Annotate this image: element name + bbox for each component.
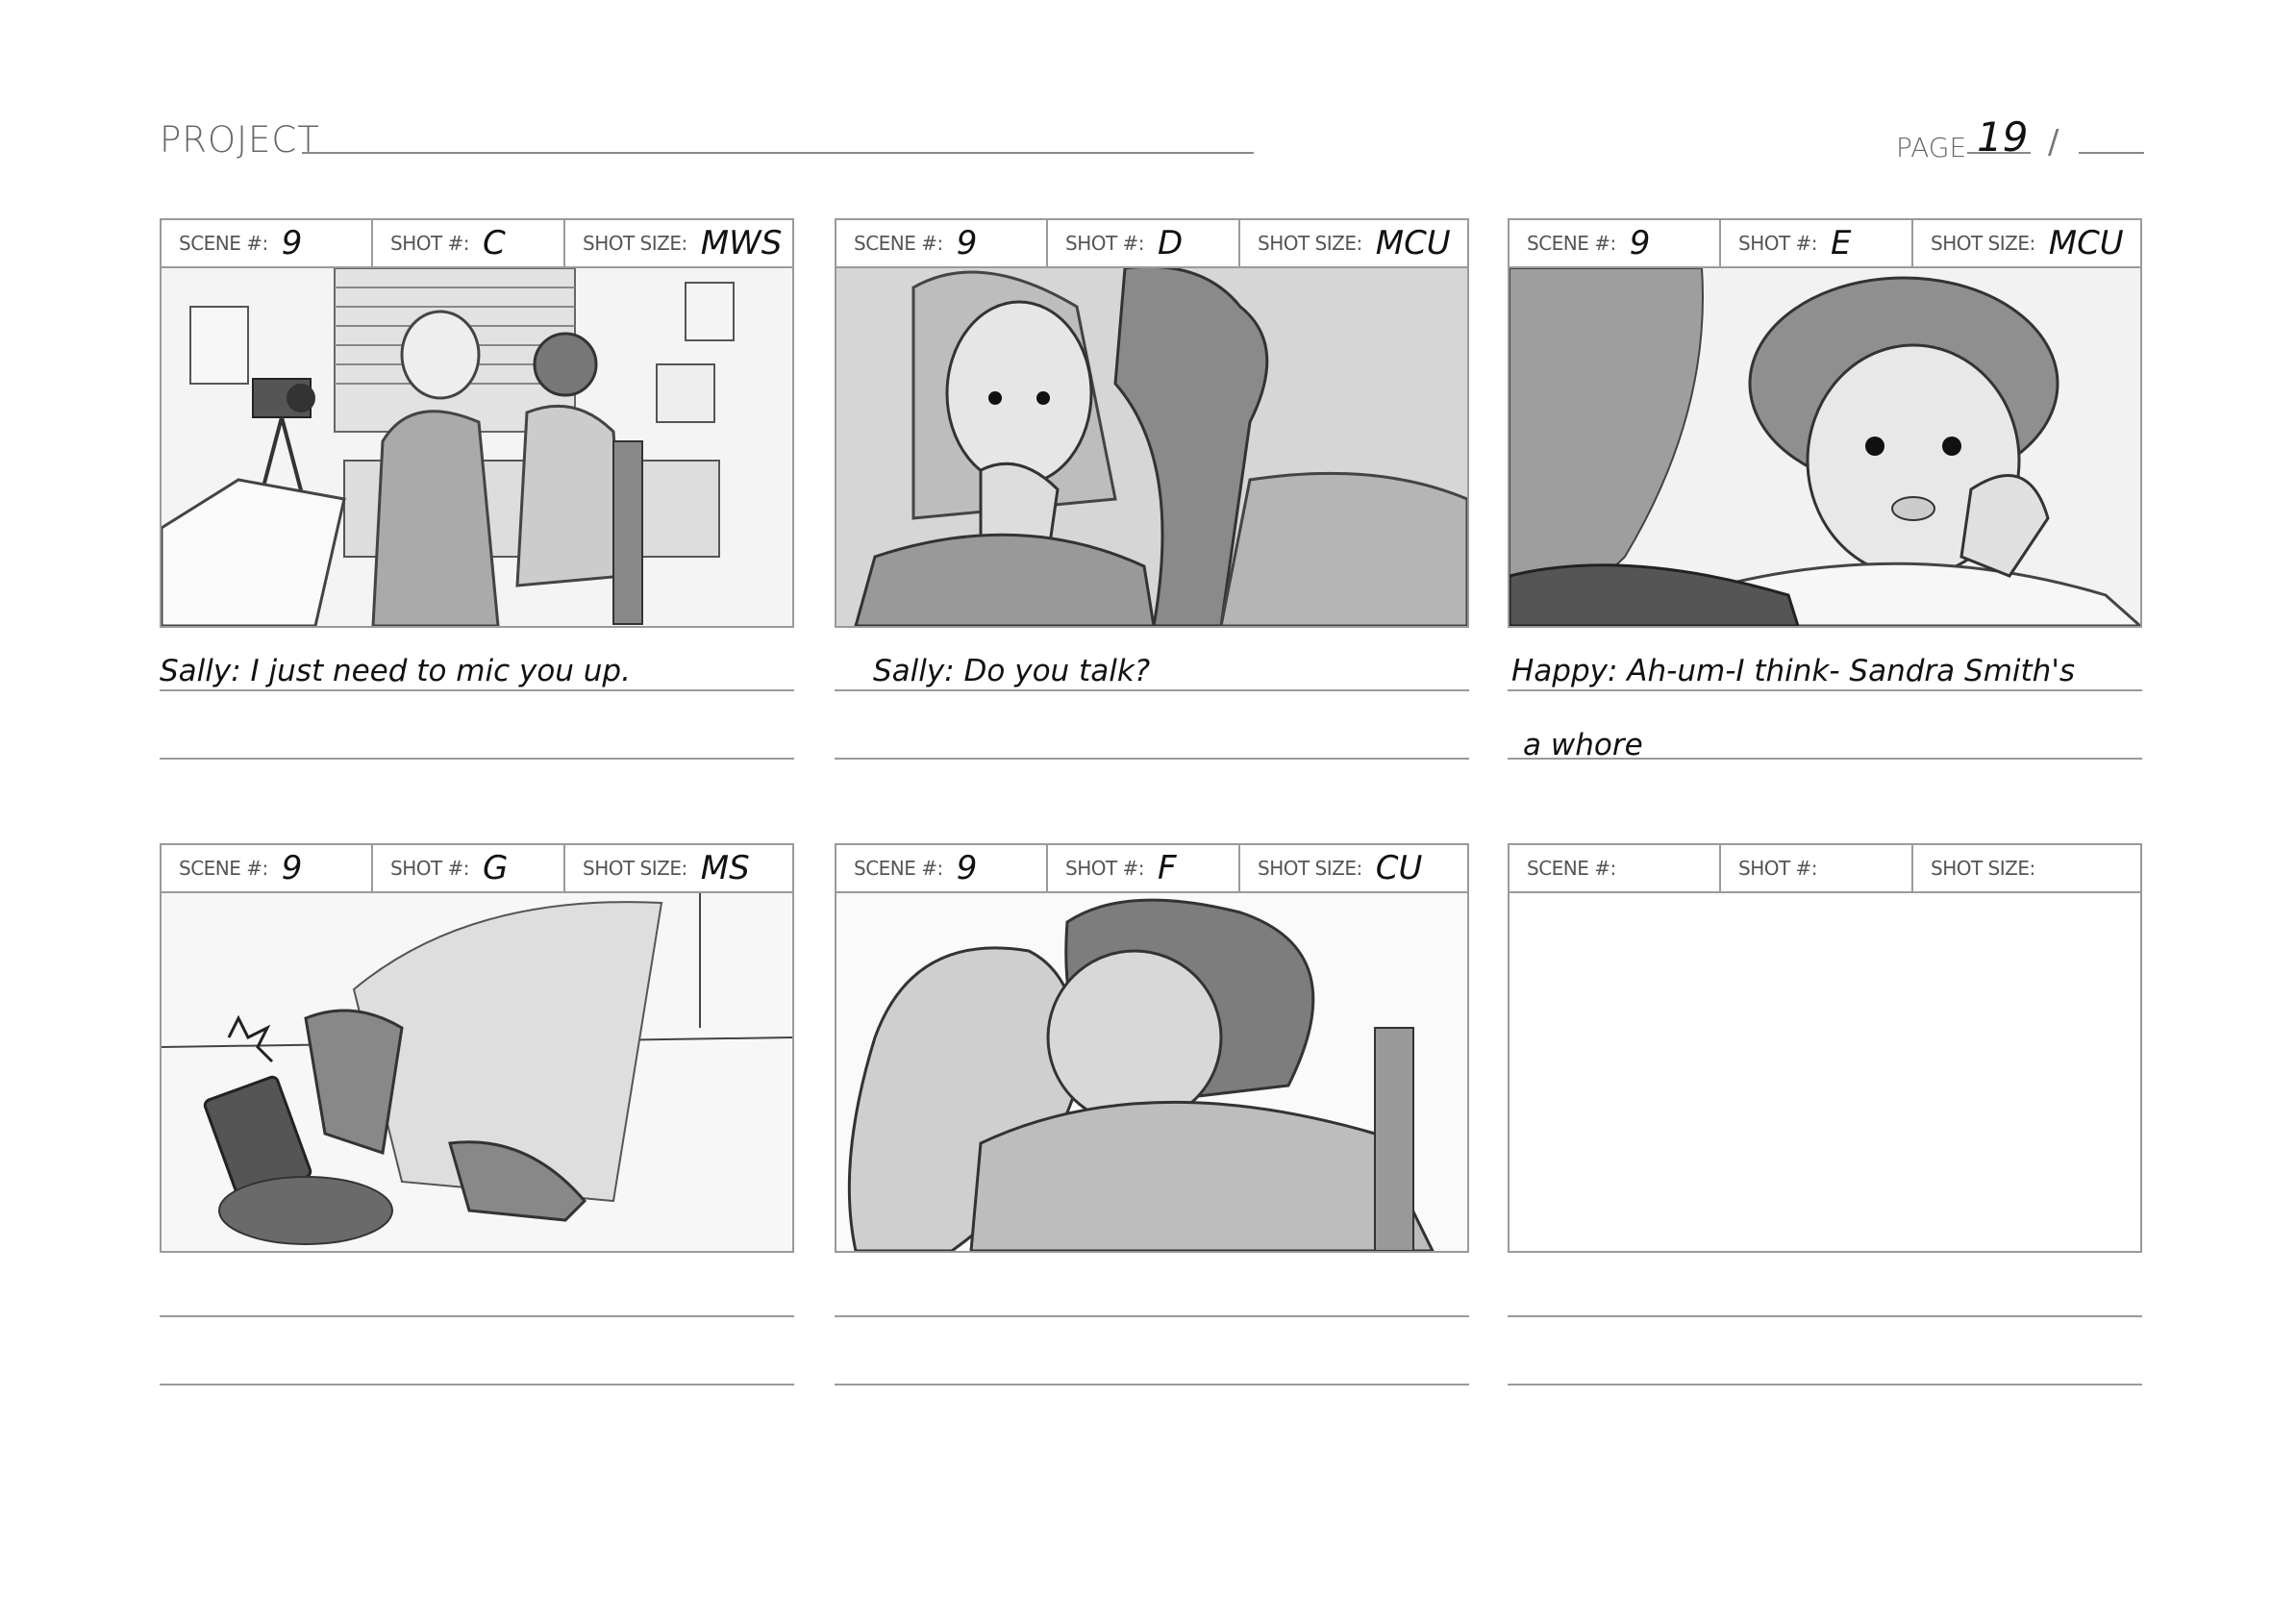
panel-sketch xyxy=(836,268,1467,626)
shot-size-label: SHOT SIZE: xyxy=(1931,232,2035,255)
panel-sketch xyxy=(162,893,792,1251)
shot-number: D xyxy=(1158,224,1184,262)
panel-sketch xyxy=(836,893,1467,1251)
dialogue-rule xyxy=(160,758,794,760)
sketch-happy-closeup xyxy=(1510,268,2140,626)
dialogue-line-1: Sally: Do you talk? xyxy=(873,654,1151,688)
page-label: PAGE xyxy=(1896,132,1967,163)
dialogue-rule xyxy=(835,1384,1469,1386)
shot-number: G xyxy=(483,849,509,887)
shot-label: SHOT #: xyxy=(1065,857,1145,880)
panel-header: SCENE #: 9 SHOT #: E SHOT SIZE: MCU xyxy=(1510,220,2140,268)
dialogue-rule xyxy=(160,689,794,691)
panel-header: SCENE #: 9 SHOT #: D SHOT SIZE: MCU xyxy=(836,220,1467,268)
panel-header: SCENE #: 9 SHOT #: F SHOT SIZE: CU xyxy=(836,845,1467,893)
scene-number: 9 xyxy=(281,224,303,262)
shot-size-label: SHOT SIZE: xyxy=(1258,857,1362,880)
panel-header: SCENE #: 9 SHOT #: C SHOT SIZE: MWS xyxy=(162,220,792,268)
project-name-line xyxy=(302,152,1254,154)
shot-number: F xyxy=(1158,849,1177,887)
dialogue-line-1: Sally: I just need to mic you up. xyxy=(160,654,631,688)
scene-number: 9 xyxy=(956,849,978,887)
storyboard-panel: SCENE #: 9 SHOT #: E SHOT SIZE: MCU xyxy=(1508,218,2142,628)
shot-size-value: MWS xyxy=(700,224,783,262)
sketch-woman-thinking xyxy=(836,268,1467,626)
storyboard-panel: SCENE #: SHOT #: SHOT SIZE: xyxy=(1508,843,2142,1253)
panel-sketch xyxy=(162,268,792,626)
page-number: 19 xyxy=(1977,113,2029,161)
shot-size-value: MCU xyxy=(2048,224,2124,262)
dialogue-rule xyxy=(835,689,1469,691)
shot-label: SHOT #: xyxy=(1738,232,1818,255)
storyboard-panel: SCENE #: 9 SHOT #: C SHOT SIZE: MWS xyxy=(160,218,794,628)
shot-size-value: MCU xyxy=(1375,224,1451,262)
shot-label: SHOT #: xyxy=(1738,857,1818,880)
dialogue-rule xyxy=(160,1384,794,1386)
sketch-feet-coffee-spill xyxy=(162,893,792,1251)
storyboard-panel: SCENE #: 9 SHOT #: G SHOT SIZE: MS xyxy=(160,843,794,1253)
shot-number: E xyxy=(1831,224,1852,262)
scene-label: SCENE #: xyxy=(179,857,268,880)
project-label: PROJECT xyxy=(160,119,320,161)
dialogue-line-1: Happy: Ah-um-I think- Sandra Smith's xyxy=(1511,654,2075,688)
shot-size-value: CU xyxy=(1375,849,1423,887)
dialogue-rule xyxy=(1508,758,2142,760)
dialogue-rule xyxy=(835,758,1469,760)
storyboard-panel: SCENE #: 9 SHOT #: D SHOT SIZE: MCU xyxy=(835,218,1469,628)
dialogue-rule xyxy=(160,1315,794,1317)
shot-size-label: SHOT SIZE: xyxy=(583,857,687,880)
page-total-line xyxy=(2079,152,2144,154)
scene-label: SCENE #: xyxy=(854,232,943,255)
dialogue-rule xyxy=(1508,689,2142,691)
scene-label: SCENE #: xyxy=(854,857,943,880)
panel-sketch-empty xyxy=(1510,893,2140,1251)
panel-header: SCENE #: 9 SHOT #: G SHOT SIZE: MS xyxy=(162,845,792,893)
dialogue-rule xyxy=(1508,1384,2142,1386)
dialogue-rule xyxy=(1508,1315,2142,1317)
shot-label: SHOT #: xyxy=(1065,232,1145,255)
scene-number: 9 xyxy=(281,849,303,887)
storyboard-panel: SCENE #: 9 SHOT #: F SHOT SIZE: CU xyxy=(835,843,1469,1253)
sketch-kiss-closeup xyxy=(836,893,1467,1251)
panel-header: SCENE #: SHOT #: SHOT SIZE: xyxy=(1510,845,2140,893)
panel-sketch xyxy=(1510,268,2140,626)
shot-size-value: MS xyxy=(700,849,750,887)
scene-label: SCENE #: xyxy=(1527,232,1616,255)
scene-number: 9 xyxy=(956,224,978,262)
shot-size-label: SHOT SIZE: xyxy=(583,232,687,255)
shot-label: SHOT #: xyxy=(390,857,470,880)
dialogue-rule xyxy=(835,1315,1469,1317)
scene-label: SCENE #: xyxy=(1527,857,1616,880)
scene-number: 9 xyxy=(1629,224,1651,262)
shot-size-label: SHOT SIZE: xyxy=(1258,232,1362,255)
shot-label: SHOT #: xyxy=(390,232,470,255)
sketch-office-mic-scene xyxy=(162,268,792,626)
scene-label: SCENE #: xyxy=(179,232,268,255)
shot-number: C xyxy=(483,224,506,262)
shot-size-label: SHOT SIZE: xyxy=(1931,857,2035,880)
page-separator: / xyxy=(2048,123,2059,162)
